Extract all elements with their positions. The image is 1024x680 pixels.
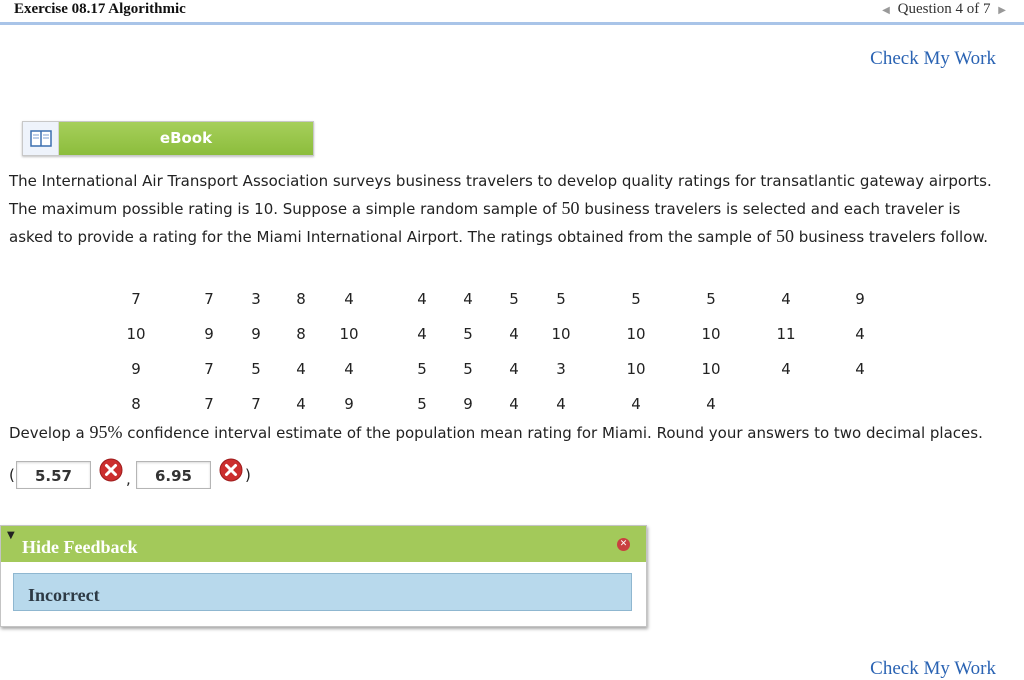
incorrect-x-icon (219, 458, 243, 482)
open-paren: ( (9, 466, 15, 484)
rating-cell: 4 (344, 290, 354, 308)
feedback-panel: ▼ Hide Feedback ✕ Incorrect (0, 525, 647, 627)
rating-cell: 4 (781, 360, 791, 378)
ebook-bar: eBook (59, 122, 313, 155)
rating-cell: 9 (131, 360, 141, 378)
rating-cell: 9 (855, 290, 865, 308)
sample-size-value: 50 (561, 198, 580, 218)
rating-cell: 3 (251, 290, 261, 308)
rating-cell: 10 (551, 325, 571, 343)
rating-cell: 10 (701, 325, 721, 343)
ebook-button[interactable]: eBook (22, 121, 314, 156)
rating-cell: 10 (626, 325, 646, 343)
close-feedback-icon[interactable]: ✕ (617, 538, 630, 551)
rating-cell: 9 (251, 325, 261, 343)
rating-cell: 5 (463, 360, 473, 378)
rating-cell: 4 (296, 360, 306, 378)
check-my-work-link-top[interactable]: Check My Work (870, 48, 996, 70)
rating-cell: 4 (296, 395, 306, 413)
incorrect-x-icon (99, 458, 123, 482)
rating-cell: 4 (855, 325, 865, 343)
lower-bound-input[interactable]: 5.57 (16, 461, 91, 489)
question-position: Question 4 of 7 (897, 1, 991, 17)
rating-cell: 7 (204, 360, 214, 378)
comma-separator: , (126, 470, 131, 488)
rating-cell: 4 (631, 395, 641, 413)
rating-cell: 5 (631, 290, 641, 308)
question-text-pre: Develop a (9, 424, 90, 442)
rating-cell: 8 (296, 325, 306, 343)
rating-cell: 3 (556, 360, 566, 378)
rating-cell: 10 (339, 325, 359, 343)
question-navigator: ◀ Question 4 of 7 ▶ (882, 1, 1006, 18)
rating-cell: 5 (463, 325, 473, 343)
rating-cell: 9 (204, 325, 214, 343)
rating-cell: 5 (417, 360, 427, 378)
rating-cell: 5 (556, 290, 566, 308)
check-my-work-link-bottom[interactable]: Check My Work (870, 658, 996, 680)
ebook-icon-box (23, 122, 59, 155)
assignment-header: Exercise 08.17 Algorithmic ◀ Question 4 … (0, 0, 1024, 25)
book-icon (30, 130, 52, 147)
rating-cell: 7 (251, 395, 261, 413)
rating-cell: 9 (344, 395, 354, 413)
rating-cell: 4 (509, 395, 519, 413)
rating-cell: 4 (344, 360, 354, 378)
exercise-title: Exercise 08.17 Algorithmic (14, 1, 186, 17)
hide-feedback-toggle[interactable]: ▼ Hide Feedback ✕ (1, 526, 646, 562)
rating-cell: 4 (855, 360, 865, 378)
feedback-result-label: Incorrect (28, 585, 100, 605)
feedback-result-box: Incorrect (13, 573, 632, 611)
rating-cell: 4 (509, 325, 519, 343)
upper-bound-input[interactable]: 6.95 (136, 461, 211, 489)
rating-cell: 5 (251, 360, 261, 378)
rating-cell: 8 (131, 395, 141, 413)
question-prompt: Develop a 95% confidence interval estima… (9, 422, 983, 443)
rating-cell: 4 (509, 360, 519, 378)
rating-cell: 5 (417, 395, 427, 413)
rating-cell: 7 (204, 395, 214, 413)
prev-question-arrow-icon[interactable]: ◀ (882, 5, 890, 16)
rating-cell: 5 (706, 290, 716, 308)
rating-cell: 11 (776, 325, 796, 343)
rating-cell: 4 (463, 290, 473, 308)
problem-text-3: business travelers follow. (794, 228, 989, 246)
answer-row: ( 5.57 , 6.95 ) (9, 458, 409, 492)
rating-cell: 4 (417, 290, 427, 308)
feedback-title: Hide Feedback (22, 537, 138, 557)
rating-cell: 4 (706, 395, 716, 413)
rating-cell: 4 (417, 325, 427, 343)
rating-cell: 5 (509, 290, 519, 308)
problem-statement: The International Air Transport Associat… (9, 168, 1009, 251)
next-question-arrow-icon[interactable]: ▶ (998, 5, 1006, 16)
close-paren: ) (245, 466, 251, 484)
rating-cell: 10 (626, 360, 646, 378)
rating-cell: 4 (781, 290, 791, 308)
sample-size-value: 50 (776, 226, 795, 246)
question-text-post: confidence interval estimate of the popu… (122, 424, 983, 442)
ebook-label: eBook (159, 129, 213, 147)
confidence-level: 95% (89, 422, 123, 442)
rating-cell: 7 (204, 290, 214, 308)
rating-cell: 9 (463, 395, 473, 413)
rating-cell: 7 (131, 290, 141, 308)
rating-cell: 8 (296, 290, 306, 308)
collapse-triangle-icon: ▼ (7, 530, 15, 541)
ratings-table: 7 7 3 8 4 4 4 5 5 5 5 4 9 10 9 9 8 10 4 5 4 10 10 10 11 4 9 7 5 4 4 5 5 4… (0, 285, 1024, 415)
rating-cell: 10 (126, 325, 146, 343)
rating-cell: 4 (556, 395, 566, 413)
rating-cell: 10 (701, 360, 721, 378)
